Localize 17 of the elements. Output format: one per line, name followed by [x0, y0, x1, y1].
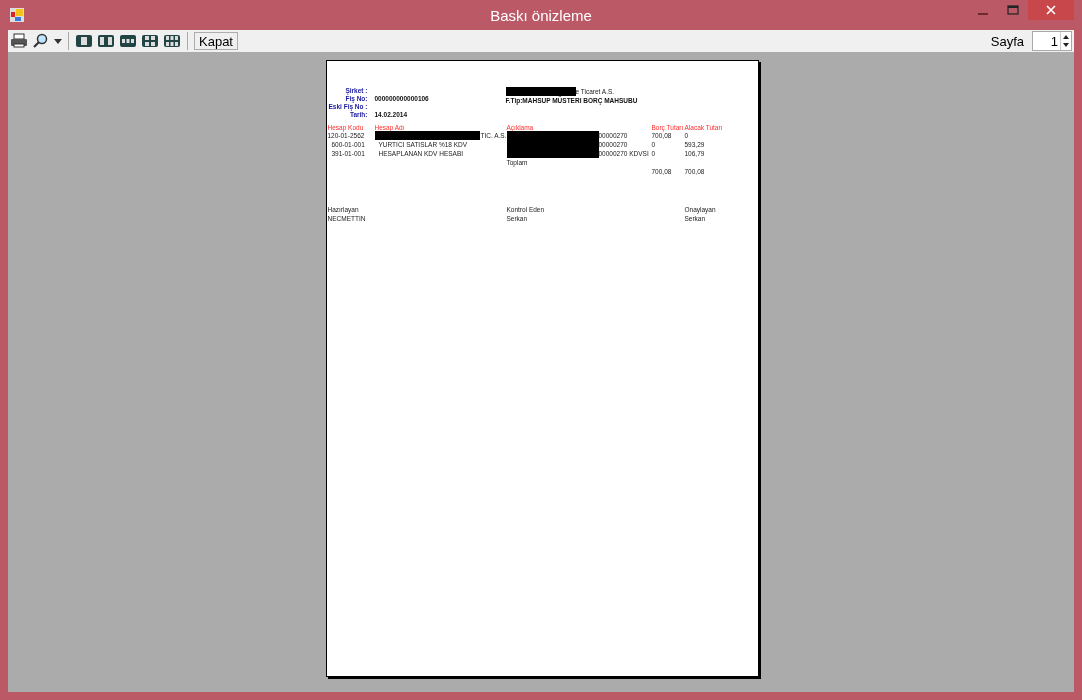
printer-icon[interactable] — [10, 33, 28, 49]
page-spinner[interactable]: 1 — [1032, 31, 1072, 51]
three-pages-icon[interactable] — [119, 33, 137, 49]
zoom-icon[interactable] — [32, 33, 50, 49]
close-preview-button[interactable]: Kapat — [194, 32, 238, 50]
four-pages-icon[interactable] — [141, 33, 159, 49]
page-label: Sayfa — [990, 33, 1024, 49]
six-pages-icon[interactable] — [163, 33, 181, 49]
close-button[interactable] — [1028, 0, 1074, 20]
two-pages-icon[interactable] — [97, 33, 115, 49]
maximize-icon — [1007, 5, 1019, 15]
close-icon — [1046, 5, 1056, 15]
app-icon — [10, 8, 24, 22]
one-page-icon[interactable] — [75, 33, 93, 49]
window-title: Baskı önizleme — [489, 6, 593, 24]
caret-icon[interactable] — [54, 38, 62, 44]
minimize-icon — [978, 13, 988, 15]
